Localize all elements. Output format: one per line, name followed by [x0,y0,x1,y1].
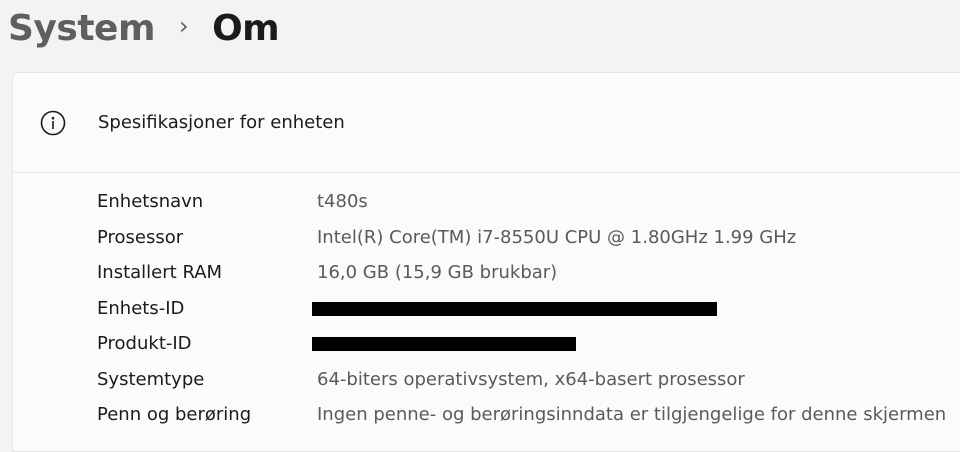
redaction-bar [312,301,717,316]
spec-label: Penn og berøring [97,404,252,426]
card-title: Spesifikasjoner for enheten [98,112,345,133]
spec-label: Installert RAM [97,262,223,284]
spec-value[interactable]: 16,0 GB (15,9 GB brukbar) [317,262,557,283]
breadcrumb: System › Om [8,0,280,56]
page-title: Om [212,7,280,49]
spec-value[interactable]: 64-biters operativsystem, x64-basert pro… [317,369,745,390]
spec-value[interactable]: Intel(R) Core(TM) i7-8550U CPU @ 1.80GHz… [317,227,796,248]
spec-label: Produkt-ID [97,333,192,355]
spec-value[interactable]: t480s [317,191,368,212]
chevron-right-icon: › [178,12,189,40]
spec-label: Systemtype [97,368,205,390]
breadcrumb-system-link[interactable]: System [8,8,155,49]
spec-label: Prosessor [97,226,184,248]
spec-label: Enhetsnavn [97,191,204,213]
spec-label: Enhets-ID [97,297,185,319]
device-specifications-card: Spesifikasjoner for enheten Enhetsnavn t… [12,72,960,452]
info-icon [40,110,66,136]
device-specifications-header[interactable]: Spesifikasjoner for enheten [13,73,960,173]
spec-value[interactable]: Ingen penne- og berøringsinndata er tilg… [317,404,946,425]
redaction-bar [312,337,576,351]
